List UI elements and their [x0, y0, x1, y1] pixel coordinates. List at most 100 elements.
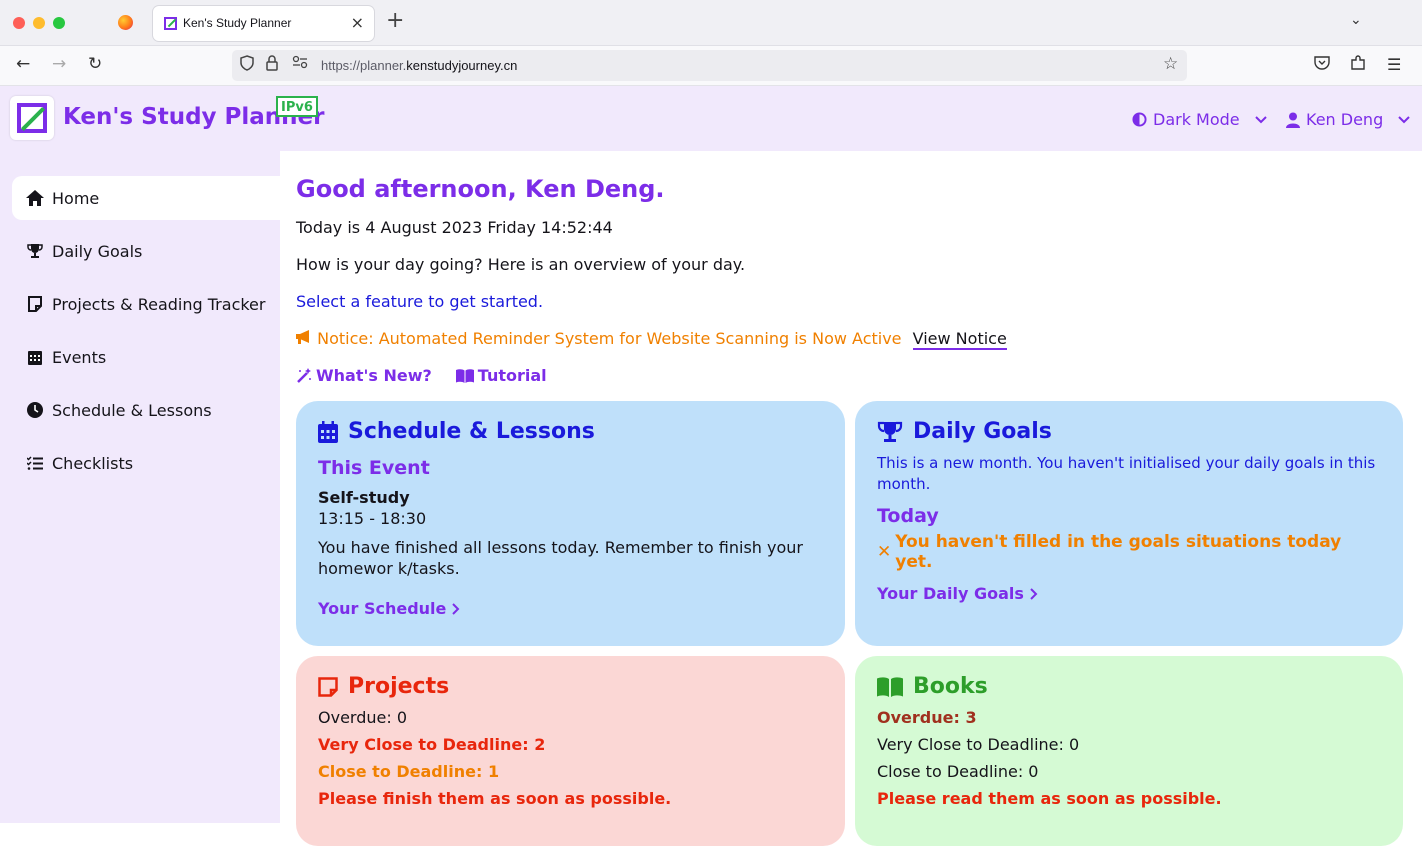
main-content: Good afternoon, Ken Deng. Today is 4 Aug… [280, 151, 1420, 846]
x-mark-icon: ✕ [877, 542, 892, 562]
maximize-window-button[interactable] [53, 17, 65, 29]
url-bar[interactable]: https://planner.kenstudyjourney.cn ☆ [232, 50, 1187, 81]
schedule-message: You have finished all lessons today. Rem… [318, 538, 803, 578]
select-feature-text: Select a feature to get started. [296, 292, 544, 311]
chevron-down-icon [1254, 115, 1267, 123]
reload-icon[interactable]: ↻ [88, 54, 102, 74]
url-prefix: https://planner. [321, 58, 407, 73]
whats-new-link[interactable]: What's New? [296, 366, 432, 385]
books-title-text: Books [913, 674, 988, 699]
your-schedule-label: Your Schedule [318, 599, 447, 618]
chevron-down-icon [1398, 115, 1410, 123]
browser-nav-bar: ← → ↻ https://planner.kenstudyjourney.cn… [0, 46, 1422, 86]
book-open-icon [455, 368, 474, 383]
magic-wand-icon [297, 367, 311, 383]
lock-icon[interactable] [266, 55, 278, 75]
user-dropdown[interactable]: Ken Deng [1286, 110, 1411, 129]
tab-title: Ken's Study Planner [183, 16, 292, 30]
bookmark-star-icon[interactable]: ☆ [1163, 54, 1178, 74]
calendar-icon [318, 420, 338, 443]
schedule-title-text: Schedule & Lessons [348, 419, 595, 444]
daily-goals-card: Daily Goals This is a new month. You hav… [855, 401, 1403, 646]
sidebar-item-label: Home [52, 188, 100, 208]
minimize-window-button[interactable] [33, 17, 45, 29]
projects-message: Please finish them as soon as possible. [318, 789, 672, 808]
user-icon [1286, 112, 1300, 128]
clock-icon [26, 402, 44, 418]
ipv6-badge: IPv6 [276, 96, 318, 117]
view-notice-link[interactable]: View Notice [912, 329, 1007, 350]
firefox-view-icon[interactable] [118, 15, 133, 30]
tab-list-chevron-icon[interactable]: ⌄ [1350, 12, 1362, 28]
daily-goals-title-text: Daily Goals [913, 419, 1052, 444]
new-tab-button[interactable]: + [386, 10, 404, 32]
dark-mode-label: Dark Mode [1153, 110, 1240, 129]
extensions-icon[interactable] [1350, 55, 1366, 75]
goals-month-message: This is a new month. You haven't initial… [877, 454, 1376, 493]
browser-tab-bar: Ken's Study Planner × + ⌄ [0, 0, 1422, 46]
user-name: Ken Deng [1306, 110, 1384, 129]
your-schedule-link[interactable]: Your Schedule [318, 599, 823, 618]
notice-text: Notice: Automated Reminder System for We… [317, 329, 902, 348]
projects-very-close: Very Close to Deadline: 2 [318, 735, 546, 754]
projects-card: Projects Overdue: 0 Very Close to Deadli… [296, 656, 845, 846]
url-text[interactable]: https://planner.kenstudyjourney.cn [321, 58, 517, 73]
event-time: 13:15 - 18:30 [318, 509, 427, 528]
app-header: Ken's Study Planner IPv6 Dark Mode Ken D… [0, 86, 1422, 151]
home-icon [26, 190, 44, 206]
shield-icon[interactable] [240, 55, 254, 75]
calendar-icon [26, 349, 44, 365]
back-arrow-icon[interactable]: ← [16, 54, 30, 74]
schedule-card-title: Schedule & Lessons [318, 419, 823, 444]
book-open-icon [877, 676, 903, 697]
your-daily-goals-link[interactable]: Your Daily Goals [877, 584, 1381, 603]
daily-goals-card-title: Daily Goals [877, 419, 1381, 444]
sidebar-item-schedule-lessons[interactable]: Schedule & Lessons [12, 388, 280, 432]
pocket-icon[interactable] [1314, 55, 1330, 74]
sidebar-item-events[interactable]: Events [12, 335, 280, 379]
sidebar-item-label: Checklists [52, 453, 134, 473]
sidebar-item-label: Schedule & Lessons [52, 400, 212, 420]
goals-warning: ✕ You haven't filled in the goals situat… [877, 532, 1381, 572]
today-heading: Today [877, 505, 939, 527]
hamburger-menu-icon[interactable]: ☰ [1387, 55, 1401, 74]
sidebar-item-label: Events [52, 347, 107, 367]
chevron-right-icon [452, 602, 460, 615]
forward-arrow-icon[interactable]: → [52, 54, 66, 74]
close-window-button[interactable] [13, 17, 25, 29]
tutorial-link[interactable]: Tutorial [455, 366, 547, 385]
sidebar-item-home[interactable]: Home [12, 176, 280, 220]
app-logo[interactable] [10, 96, 54, 140]
books-very-close: Very Close to Deadline: 0 [877, 735, 1080, 754]
chevron-right-icon [1030, 587, 1038, 600]
tab-close-button[interactable]: × [351, 13, 364, 32]
whats-new-label: What's New? [316, 366, 432, 385]
trophy-icon [26, 243, 44, 259]
schedule-card: Schedule & Lessons This Event Self-study… [296, 401, 845, 646]
sidebar: Home Daily Goals Projects & Reading Trac… [0, 151, 280, 823]
projects-card-title: Projects [318, 674, 823, 699]
sidebar-item-daily-goals[interactable]: Daily Goals [12, 229, 280, 273]
url-host: kenstudyjourney.cn [406, 58, 518, 73]
sidebar-item-projects-reading[interactable]: Projects & Reading Tracker [12, 282, 280, 326]
books-close: Close to Deadline: 0 [877, 762, 1039, 781]
permissions-icon[interactable] [292, 55, 308, 73]
overview-text: How is your day going? Here is an overvi… [296, 255, 746, 274]
note-icon [318, 676, 338, 697]
half-circle-icon [1132, 112, 1147, 127]
sidebar-item-label: Daily Goals [52, 241, 143, 261]
books-card: Books Overdue: 3 Very Close to Deadline:… [855, 656, 1403, 846]
this-event-heading: This Event [318, 457, 430, 479]
notice-row: Notice: Automated Reminder System for We… [296, 329, 1007, 350]
books-overdue: Overdue: 3 [877, 708, 977, 727]
projects-close: Close to Deadline: 1 [318, 762, 500, 781]
site-favicon-icon [164, 17, 177, 30]
note-icon [26, 296, 44, 312]
browser-tab[interactable]: Ken's Study Planner × [153, 6, 374, 41]
sidebar-item-checklists[interactable]: Checklists [12, 441, 280, 485]
checklist-icon [26, 456, 44, 470]
dark-mode-dropdown[interactable]: Dark Mode [1132, 110, 1268, 129]
sidebar-item-label: Projects & Reading Tracker [52, 294, 266, 314]
today-datetime: Today is 4 August 2023 Friday 14:52:44 [296, 218, 613, 237]
goals-warning-text: You haven't filled in the goals situatio… [895, 532, 1342, 572]
